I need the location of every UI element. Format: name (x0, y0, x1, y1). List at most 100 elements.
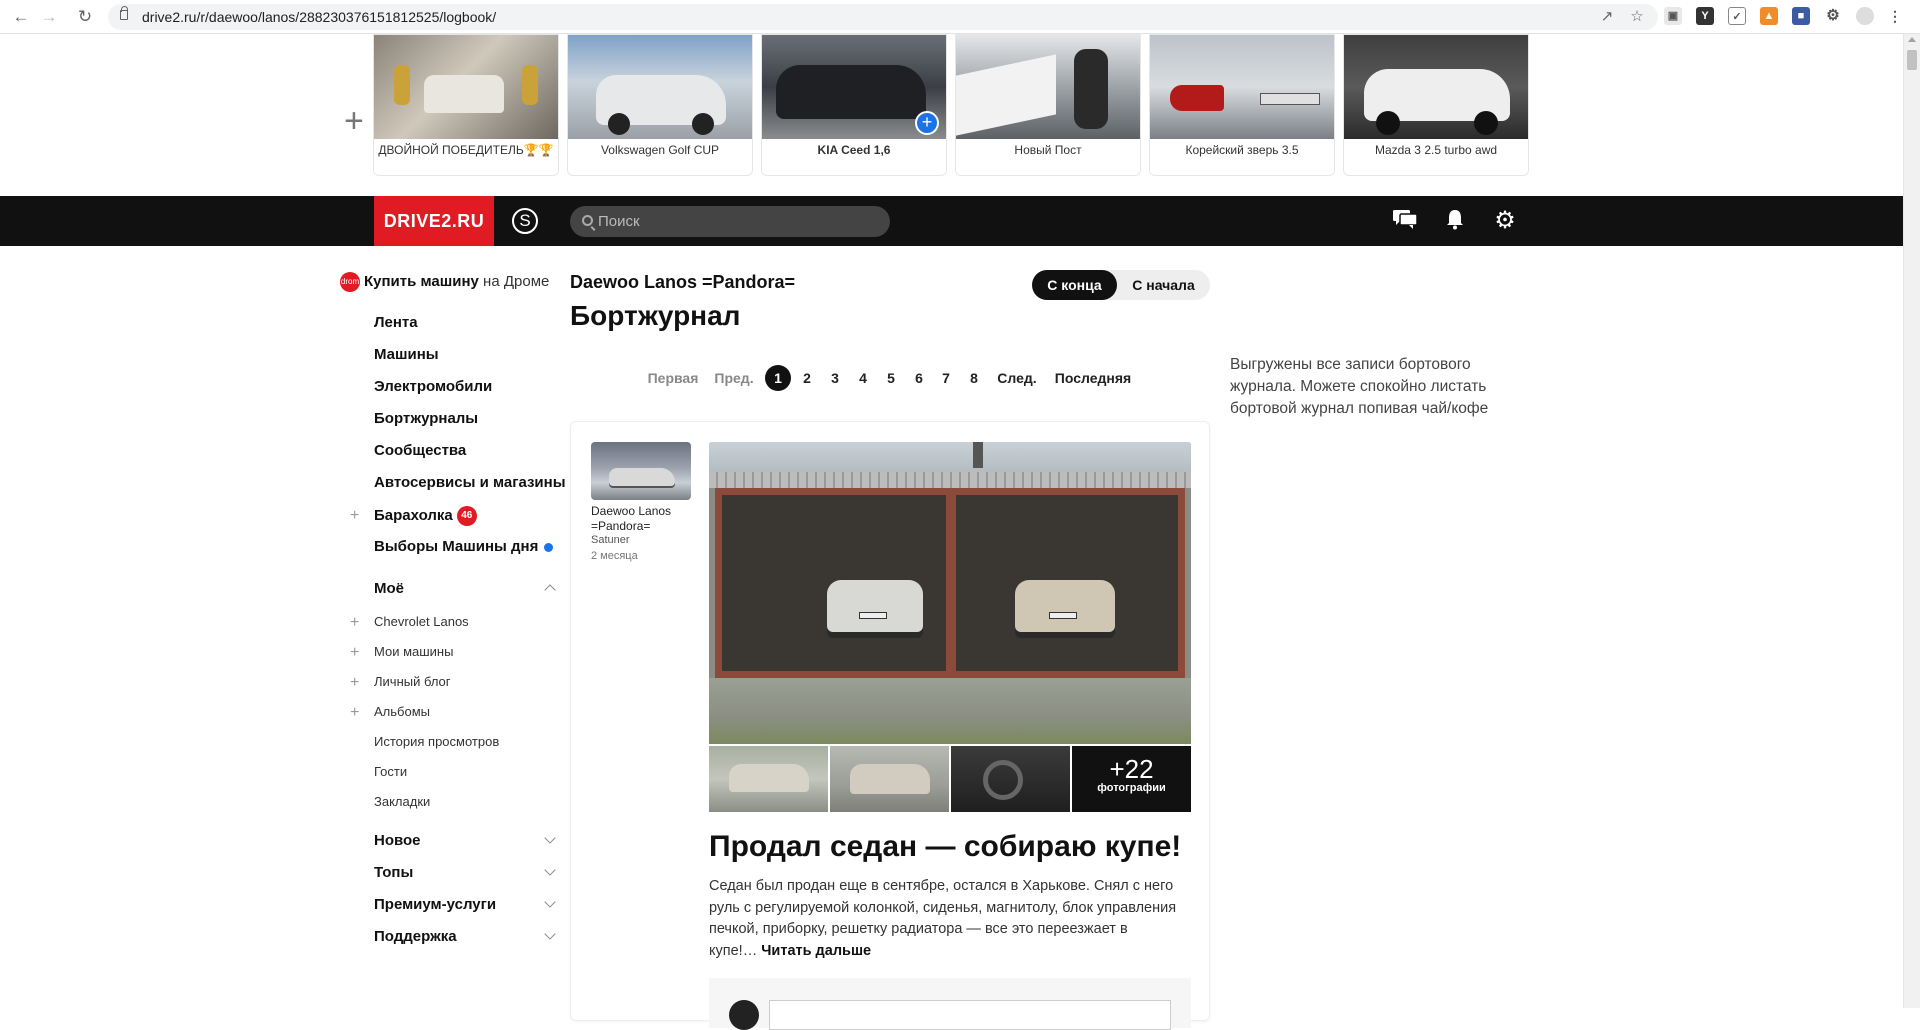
bell-icon[interactable] (1442, 208, 1468, 234)
page-title: Бортжурнал (570, 300, 741, 331)
author-username[interactable]: Satuner (591, 534, 630, 546)
url-text: drive2.ru/r/daewoo/lanos/288230376151812… (142, 9, 497, 25)
story-card[interactable]: + KIA Ceed 1,6 (761, 34, 947, 176)
drive2-logo[interactable]: DRIVE2.RU (374, 196, 494, 246)
yandex-extension-icon[interactable]: Y (1696, 7, 1714, 25)
post-title[interactable]: Продал седан — собираю купе! (709, 830, 1181, 864)
metamask-icon[interactable]: ▲ (1760, 7, 1778, 25)
page-number-current[interactable]: 1 (765, 365, 791, 391)
sidebar-item-cars[interactable]: Машины (374, 346, 439, 363)
more-photos-count: +22 (1109, 754, 1154, 784)
story-caption: KIA Ceed 1,6 (817, 143, 891, 157)
page-number[interactable]: 7 (938, 366, 954, 390)
profile-avatar-icon[interactable] (1856, 7, 1874, 25)
chevron-down-icon[interactable] (544, 866, 554, 876)
bookmark-star-icon[interactable]: ☆ (1628, 8, 1646, 26)
page-prev-link[interactable]: Пред. (712, 366, 756, 390)
page-number[interactable]: 6 (911, 366, 927, 390)
mine-item-albums[interactable]: Альбомы (374, 704, 430, 719)
page-number[interactable]: 4 (855, 366, 871, 390)
new-indicator-dot (544, 542, 554, 552)
more-photos-tile[interactable]: +22 фотографии (1072, 746, 1191, 812)
mine-item-guests[interactable]: Гости (374, 764, 407, 779)
expand-plus-icon[interactable]: + (350, 705, 359, 721)
page-last-link[interactable]: Последняя (1053, 366, 1133, 390)
sort-newest-button[interactable]: С конца (1032, 270, 1117, 300)
sidebar-item-car-of-day[interactable]: Выборы Машины дня (374, 538, 554, 555)
market-count-badge: 46 (456, 506, 477, 526)
menu-dots-icon[interactable]: ⋮ (1886, 7, 1904, 25)
user-avatar[interactable]: S (512, 208, 538, 234)
sidebar-item-communities[interactable]: Сообщества (374, 442, 466, 459)
story-card[interactable]: Volkswagen Golf CUP (567, 34, 753, 176)
address-bar[interactable]: drive2.ru/r/daewoo/lanos/288230376151812… (108, 4, 1658, 30)
cast-icon[interactable]: ▣ (1664, 7, 1682, 25)
back-icon[interactable]: ← (10, 6, 32, 28)
mine-item-bookmarks[interactable]: Закладки (374, 794, 430, 809)
post-thumbnail[interactable] (709, 746, 828, 812)
lock-icon (120, 6, 128, 20)
story-card[interactable]: Корейский зверь 3.5 (1149, 34, 1335, 176)
shield-icon[interactable]: ✓ (1728, 7, 1746, 25)
mine-item-my-cars[interactable]: Мои машины (374, 644, 453, 659)
extension-icon[interactable]: ■ (1792, 7, 1810, 25)
mine-item-history[interactable]: История просмотров (374, 734, 499, 749)
expand-plus-icon[interactable]: + (350, 508, 359, 524)
page-scrollbar[interactable] (1903, 34, 1920, 1008)
story-card[interactable]: Новый Пост (955, 34, 1141, 176)
buy-car-link[interactable]: drom Купить машину на Дроме (340, 272, 549, 292)
page-number[interactable]: 8 (966, 366, 982, 390)
group-premium[interactable]: Премиум-услуги (374, 896, 496, 913)
sidebar-item-label: Барахолка (374, 506, 453, 524)
post-thumbnail[interactable] (830, 746, 949, 812)
chevron-down-icon[interactable] (544, 898, 554, 908)
browser-toolbar: ← → ↻ drive2.ru/r/daewoo/lanos/288230376… (0, 0, 1920, 34)
puzzle-icon[interactable]: ⚙ (1824, 7, 1842, 25)
story-card[interactable]: Mazda 3 2.5 turbo awd (1343, 34, 1529, 176)
read-more-link[interactable]: Читать дальше (761, 943, 871, 959)
share-icon[interactable]: ↗ (1598, 8, 1616, 26)
sidebar-item-services[interactable]: Автосервисы и магазины (374, 474, 566, 491)
messages-icon[interactable] (1392, 208, 1418, 234)
post-main-photo[interactable] (709, 442, 1191, 744)
scroll-up-icon[interactable] (1908, 37, 1916, 42)
comment-input[interactable] (769, 1000, 1171, 1030)
sidebar-item-market[interactable]: Барахолка 46 (374, 506, 477, 526)
sort-oldest-button[interactable]: С начала (1117, 270, 1210, 300)
group-new[interactable]: Новое (374, 832, 421, 849)
add-story-plus-icon[interactable]: + (915, 111, 939, 135)
car-name-link[interactable]: Daewoo Lanos =Pandora= (570, 272, 795, 293)
sidebar-item-feed[interactable]: Лента (374, 314, 418, 331)
expand-plus-icon[interactable]: + (350, 675, 359, 691)
sidebar-item-logbooks[interactable]: Бортжурналы (374, 410, 478, 427)
chevron-up-icon[interactable] (544, 582, 554, 592)
search-input[interactable] (598, 211, 878, 232)
mine-item-blog[interactable]: Личный блог (374, 674, 451, 689)
expand-plus-icon[interactable]: + (350, 615, 359, 631)
search-bar[interactable] (570, 206, 890, 237)
commenter-avatar (729, 1000, 759, 1030)
group-support[interactable]: Поддержка (374, 928, 457, 945)
add-story-icon[interactable]: + (344, 104, 364, 138)
group-tops[interactable]: Топы (374, 864, 413, 881)
chevron-down-icon[interactable] (544, 930, 554, 940)
scroll-thumb[interactable] (1907, 50, 1917, 70)
drom-logo-icon: drom (340, 272, 360, 292)
forward-icon[interactable]: → (38, 6, 60, 28)
page-first-link[interactable]: Первая (645, 366, 701, 390)
page-number[interactable]: 2 (799, 366, 815, 390)
expand-plus-icon[interactable]: + (350, 645, 359, 661)
post-thumbnail[interactable] (951, 746, 1070, 812)
mine-item-chevrolet-lanos[interactable]: Chevrolet Lanos (374, 614, 469, 629)
page-next-link[interactable]: След. (995, 366, 1039, 390)
mine-section-title[interactable]: Моё (374, 580, 404, 597)
settings-gear-icon[interactable]: ⚙ (1492, 208, 1518, 234)
chevron-down-icon[interactable] (544, 834, 554, 844)
story-card[interactable]: ДВОЙНОЙ ПОБЕДИТЕЛЬ🏆🏆 (373, 34, 559, 176)
page-number[interactable]: 3 (827, 366, 843, 390)
reload-icon[interactable]: ↻ (74, 6, 96, 28)
story-image (1344, 35, 1528, 139)
page-number[interactable]: 5 (883, 366, 899, 390)
author-car-name[interactable]: Daewoo Lanos =Pandora= (591, 504, 691, 534)
author-car-thumbnail[interactable] (591, 442, 691, 500)
